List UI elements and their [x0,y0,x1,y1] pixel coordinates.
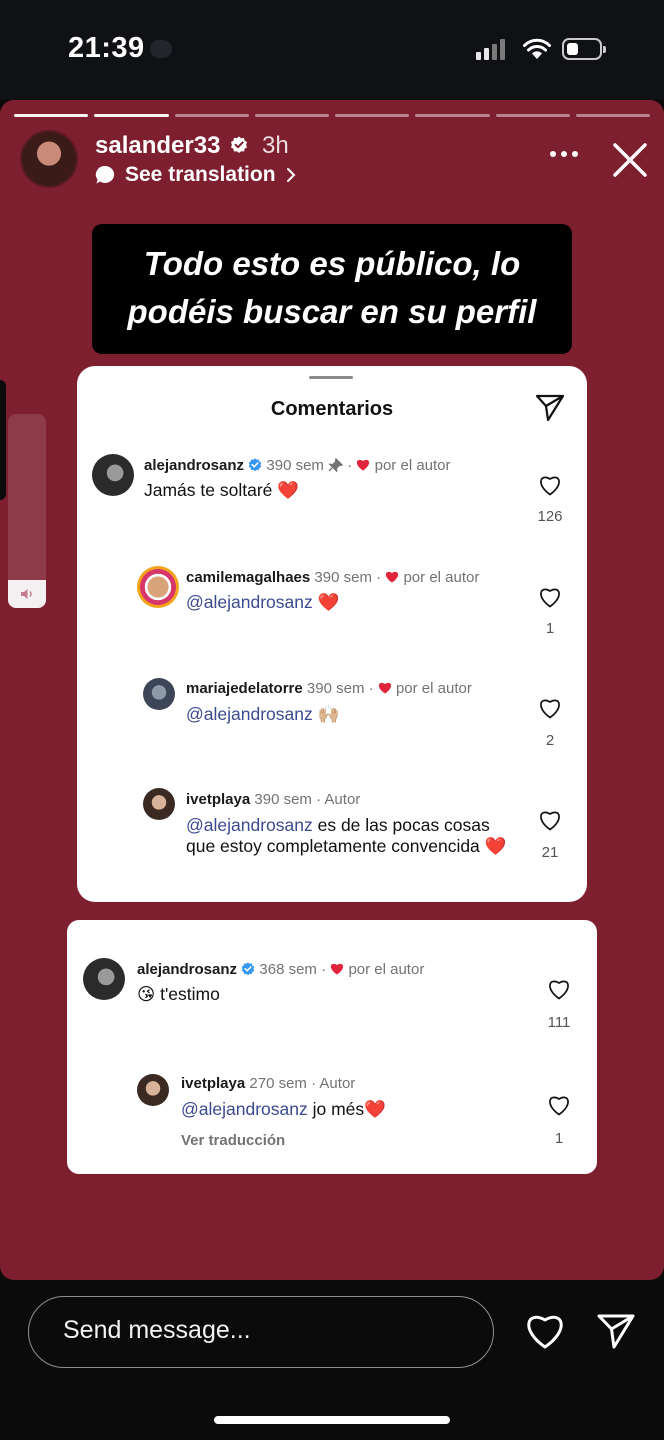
like-heart-icon[interactable] [538,809,562,831]
comment-time: 368 sem · [259,961,327,978]
comment-meta: alejandrosanz 390 sem · por el autor [144,457,451,474]
commenter-username[interactable]: alejandrosanz [137,961,237,978]
comment-body: ❤️ [312,592,340,612]
verified-badge-icon [241,962,255,976]
commenter-avatar[interactable] [137,566,179,608]
heart-filled-icon [386,571,399,583]
mention-link[interactable]: @alejandrosanz [186,592,313,612]
like-count: 21 [541,844,559,861]
commenter-username[interactable]: camilemagalhaes [186,569,310,586]
comments-title: Comentarios [270,398,394,420]
battery-icon [562,38,606,60]
comments-screenshot-card: alejandrosanz 368 sem · por el autor 😘 t… [67,920,597,1174]
close-icon[interactable] [610,140,650,180]
comment-meta: camilemagalhaes 390 sem · por el autor [186,569,479,586]
mention-link[interactable]: @alejandrosanz [186,815,313,835]
comment-time: 390 sem · Autor [254,791,361,808]
like-count: 126 [537,508,563,525]
comment-body: 🙌🏼 [312,704,340,724]
volume-slider-knob[interactable] [8,580,46,608]
speaker-icon [21,589,32,599]
like-heart-icon[interactable] [547,978,571,1000]
comment-text: 😘 t'estimo [137,984,220,1004]
comment-meta: mariajedelatorre 390 sem · por el autor [186,680,472,697]
like-story-heart-icon[interactable] [524,1312,566,1350]
liked-by-author-label: por el autor [395,680,472,697]
send-direct-icon[interactable] [596,1312,636,1350]
story-panel[interactable]: salander33 3h See translation Todo esto … [0,100,664,1280]
comment-text: @alejandrosanz es de las pocas cosas que… [186,815,516,857]
wifi-icon [523,38,551,59]
send-message-placeholder: Send message... [63,1316,251,1344]
liked-by-author-label: por el autor [374,457,451,474]
heart-filled-icon [357,459,370,471]
heart-filled-icon [331,963,344,975]
send-message-input[interactable]: Send message... [28,1296,494,1368]
like-count: 2 [545,732,555,749]
mention-link[interactable]: @alejandrosanz [186,704,313,724]
volume-slider[interactable] [8,414,46,608]
caption-text: Todo esto es público, lo podéis buscar e… [127,245,537,330]
verified-badge-icon [231,136,247,153]
sheet-drag-handle[interactable] [309,376,353,379]
like-count: 1 [554,1130,564,1147]
comment-body: jo més❤️ [307,1099,386,1119]
author-avatar[interactable] [20,130,78,188]
mention-link[interactable]: @alejandrosanz [181,1099,308,1119]
comment-time: 390 sem · [314,569,382,586]
status-bar: 21:39 [0,0,664,100]
like-heart-icon[interactable] [538,586,562,608]
comment-text: @alejandrosanz ❤️ [186,592,506,613]
story-caption: Todo esto es público, lo podéis buscar e… [92,224,572,354]
heart-filled-icon [378,682,391,694]
verified-badge-icon [248,458,262,472]
status-activity-indicator [150,40,172,58]
see-translation-link[interactable]: Ver traducción [181,1132,285,1149]
like-count: 1 [545,620,555,637]
commenter-avatar[interactable] [137,1074,169,1106]
commenter-username[interactable]: alejandrosanz [144,457,244,474]
speech-bubble-icon [95,165,115,184]
share-icon[interactable] [535,394,565,422]
chevron-right-icon [286,168,295,182]
story-progress-bar [14,114,650,118]
comment-text: Jamás te soltaré ❤️ [144,480,300,500]
liked-by-author-label: por el autor [403,569,480,586]
see-translation-link[interactable]: See translation [95,162,296,188]
story-edge [0,380,6,500]
status-time: 21:39 [68,32,145,64]
home-indicator[interactable] [214,1416,450,1424]
commenter-username[interactable]: mariajedelatorre [186,680,303,697]
comment-meta: ivetplaya 270 sem · Autor [181,1075,355,1092]
liked-by-author-label: por el autor [348,961,425,978]
more-options-icon[interactable] [548,144,580,164]
see-translation-label: See translation [125,163,276,186]
like-heart-icon[interactable] [538,697,562,719]
commenter-avatar[interactable] [92,454,134,496]
comment-time: 390 sem [266,457,324,474]
like-count: 111 [547,1014,571,1031]
pin-icon [328,458,344,472]
comments-sheet: Comentarios alejandrosanz 390 sem · por … [77,366,587,902]
cellular-signal-icon [476,38,510,60]
comment-time: 270 sem · Autor [249,1075,356,1092]
commenter-username[interactable]: ivetplaya [186,791,250,808]
commenter-username[interactable]: ivetplaya [181,1075,245,1092]
like-heart-icon[interactable] [547,1094,571,1116]
comment-meta: ivetplaya 390 sem · Autor [186,791,360,808]
comment-meta: alejandrosanz 368 sem · por el autor [137,961,424,978]
comment-text: @alejandrosanz jo més❤️ [181,1099,501,1120]
commenter-avatar[interactable] [83,958,125,1000]
like-heart-icon[interactable] [538,474,562,496]
post-time: 3h [262,132,289,159]
commenter-avatar[interactable] [143,678,175,710]
author-username[interactable]: salander33 [95,132,220,160]
commenter-avatar[interactable] [143,788,175,820]
comment-time: 390 sem · [306,680,374,697]
comment-text: @alejandrosanz 🙌🏼 [186,704,506,725]
